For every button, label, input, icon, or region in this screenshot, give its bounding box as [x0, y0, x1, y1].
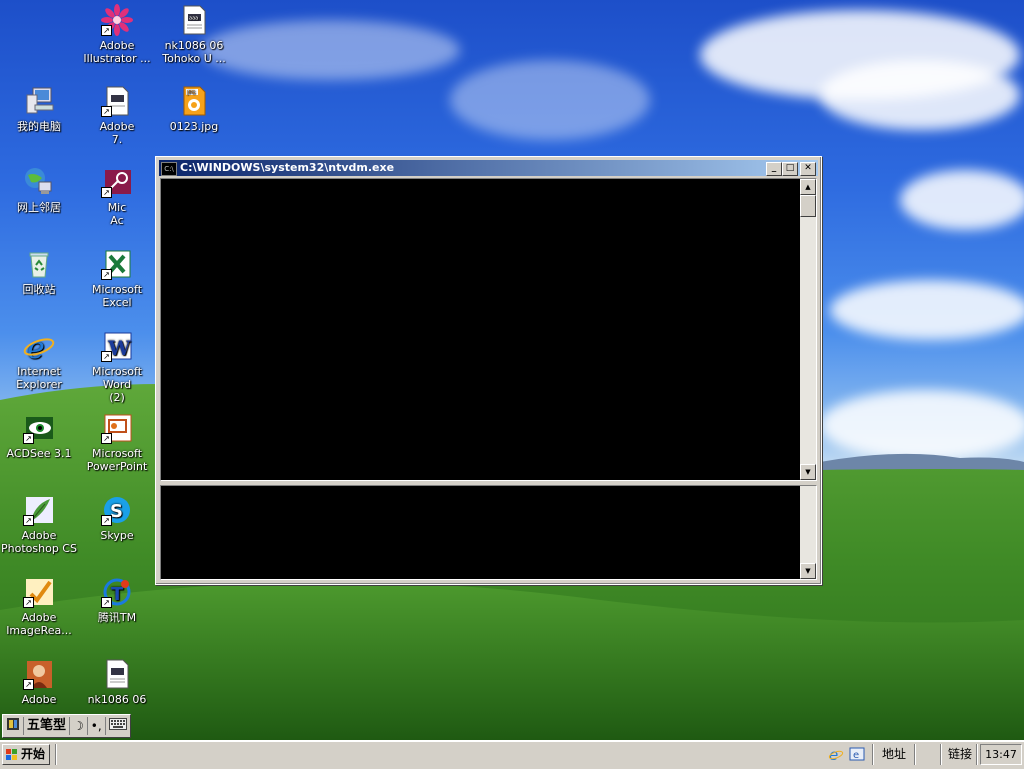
shortcut-arrow-icon: ↗ [101, 515, 112, 526]
maximize-button[interactable]: □ [782, 162, 798, 176]
shortcut-arrow-icon: ↗ [23, 597, 34, 608]
vertical-scrollbar-lower[interactable]: ▼ [800, 486, 816, 579]
shortcut-arrow-icon: ↗ [101, 433, 112, 444]
desktop-icon-adobe-7[interactable]: ↗ Adobe 7. [78, 85, 156, 146]
start-button[interactable]: 开始 [2, 744, 50, 765]
scroll-down-button[interactable]: ▼ [800, 464, 816, 480]
shortcut-arrow-icon: ↗ [101, 351, 112, 362]
console-window[interactable]: C:\ C:\WINDOWS\system32\ntvdm.exe _ □ ✕ ▲… [155, 156, 822, 585]
desktop-icon-label: nk1086 06 Tohoko U ... [162, 39, 226, 65]
scroll-up-button[interactable]: ▲ [800, 179, 816, 195]
desktop-icon-label: 我的电脑 [17, 120, 61, 133]
ie-icon: e [23, 331, 55, 362]
desktop-icon-my-computer[interactable]: 我的电脑 [0, 85, 78, 133]
desktop-icon-illustrator[interactable]: ↗ Adobe Illustrator ... [78, 4, 156, 65]
close-button[interactable]: ✕ [800, 162, 816, 176]
desktop-icon-label: 腾讯TM [97, 611, 137, 624]
desktop-icon-tencent[interactable]: T ↗ 腾讯TM [78, 576, 156, 624]
taskbar-separator [872, 744, 874, 765]
console-app-icon[interactable]: C:\ [161, 162, 177, 176]
svg-text:e: e [27, 331, 45, 362]
shortcut-arrow-icon: ↗ [23, 679, 34, 690]
ime-punctuation-icon[interactable]: •, [88, 717, 106, 735]
taskbar-separator [914, 744, 916, 765]
network-icon [25, 168, 52, 194]
shortcut-arrow-icon: ↗ [101, 106, 112, 117]
desktop-icon-access[interactable]: ↗ Mic Ac [78, 166, 156, 227]
system-clock[interactable]: 13:47 [980, 744, 1022, 765]
computer-icon [26, 87, 54, 114]
console-output-pane-upper[interactable]: ▲ ▼ [160, 178, 817, 481]
document-icon: aaa [183, 5, 206, 35]
shortcut-arrow-icon: ↗ [23, 433, 34, 444]
ime-mode-label[interactable]: 五笔型 [24, 717, 71, 735]
document-icon [106, 659, 129, 689]
desktop-icon-label: ACDSee 3.1 [6, 447, 72, 460]
desktop-icon-label: Microsoft PowerPoint [86, 447, 148, 473]
desktop-icon-label: Microsoft Excel [91, 283, 143, 309]
links-toolbar-label[interactable]: 链接 [948, 746, 972, 762]
taskbar: 开始 e e 地址 链接 13:47 [0, 740, 1024, 769]
ie-quicklaunch-icon[interactable]: e [828, 746, 844, 762]
shortcut-arrow-icon: ↗ [23, 515, 34, 526]
ime-keyboard-icon[interactable] [106, 717, 130, 735]
console-title: C:\WINDOWS\system32\ntvdm.exe [180, 161, 395, 174]
console-title-bar[interactable]: C:\ C:\WINDOWS\system32\ntvdm.exe _ □ ✕ [159, 160, 818, 176]
desktop-icon-label: Internet Explorer [16, 365, 62, 391]
svg-text:e: e [853, 750, 859, 761]
desktop-icon-adobe-bottom[interactable]: ↗ Adobe [0, 658, 78, 706]
desktop-icon-excel[interactable]: ↗ Microsoft Excel [78, 248, 156, 309]
desktop-icon-label: Adobe Illustrator ... [83, 39, 151, 65]
desktop-icon-recycle-bin[interactable]: 回收站 [0, 248, 78, 296]
jpg-icon: JPG [183, 86, 206, 116]
scroll-thumb[interactable] [800, 195, 816, 217]
windows-logo-icon [6, 749, 17, 760]
desktop-icon-label: Adobe Photoshop CS [1, 529, 77, 555]
desktop-icon-label: Microsoft Word (2) [91, 365, 143, 404]
desktop-icon-label: Adobe 7. [99, 120, 135, 146]
desktop-icon-powerpoint[interactable]: ↗ Microsoft PowerPoint [78, 412, 156, 473]
recycle-icon [29, 252, 49, 278]
desktop-icon-label: Adobe [21, 693, 57, 706]
ime-logo-icon[interactable] [3, 717, 24, 735]
desktop-icon-label: Mic Ac [107, 201, 127, 227]
desktop-icon-nk1086-top[interactable]: aaa nk1086 06 Tohoko U ... [155, 4, 233, 65]
desktop-icon-internet-explorer[interactable]: e Internet Explorer [0, 330, 78, 391]
desktop-icon-label: 回收站 [22, 283, 56, 296]
ime-toolbar[interactable]: 五笔型 ☽ •, [2, 714, 131, 738]
svg-text:e: e [829, 746, 838, 762]
desktop-icon-jpg-0123[interactable]: JPG 0123.jpg [155, 85, 233, 133]
desktop-icon-label: 0123.jpg [169, 120, 219, 133]
desktop-icon-photoshop[interactable]: ↗ Adobe Photoshop CS [0, 494, 78, 555]
desktop-icon-imageready[interactable]: ↗ Adobe ImageRea... [0, 576, 78, 637]
taskbar-separator [976, 744, 978, 765]
desktop-icon-label: 网上邻居 [17, 201, 61, 214]
console-output-pane-lower[interactable]: ▼ [160, 485, 817, 580]
svg-text:JPG: JPG [186, 90, 195, 96]
minimize-button[interactable]: _ [766, 162, 782, 176]
desktop-icon-word[interactable]: W ↗ Microsoft Word (2) [78, 330, 156, 404]
shortcut-arrow-icon: ↗ [101, 25, 112, 36]
outlook-quicklaunch-icon[interactable]: e [849, 746, 865, 762]
svg-text:aaa: aaa [189, 16, 198, 22]
desktop-icon-acdsee[interactable]: ↗ ACDSee 3.1 [0, 412, 78, 460]
desktop-icon-label: Skype [100, 529, 134, 542]
shortcut-arrow-icon: ↗ [101, 187, 112, 198]
ime-halfwidth-icon[interactable]: ☽ [70, 717, 88, 735]
vertical-scrollbar-upper[interactable]: ▲ ▼ [800, 179, 816, 480]
desktop-icon-skype[interactable]: S ↗ Skype [78, 494, 156, 542]
taskbar-separator [940, 744, 942, 765]
svg-text:T: T [111, 584, 124, 605]
taskbar-separator [55, 744, 57, 765]
shortcut-arrow-icon: ↗ [101, 597, 112, 608]
shortcut-arrow-icon: ↗ [101, 269, 112, 280]
address-toolbar-label[interactable]: 地址 [882, 746, 906, 762]
scroll-down-button[interactable]: ▼ [800, 563, 816, 579]
desktop-icon-nk1086-bottom[interactable]: nk1086 06 ... [78, 658, 156, 719]
desktop-icon-network[interactable]: 网上邻居 [0, 166, 78, 214]
start-label: 开始 [21, 747, 46, 761]
desktop-icon-label: Adobe ImageRea... [6, 611, 72, 637]
